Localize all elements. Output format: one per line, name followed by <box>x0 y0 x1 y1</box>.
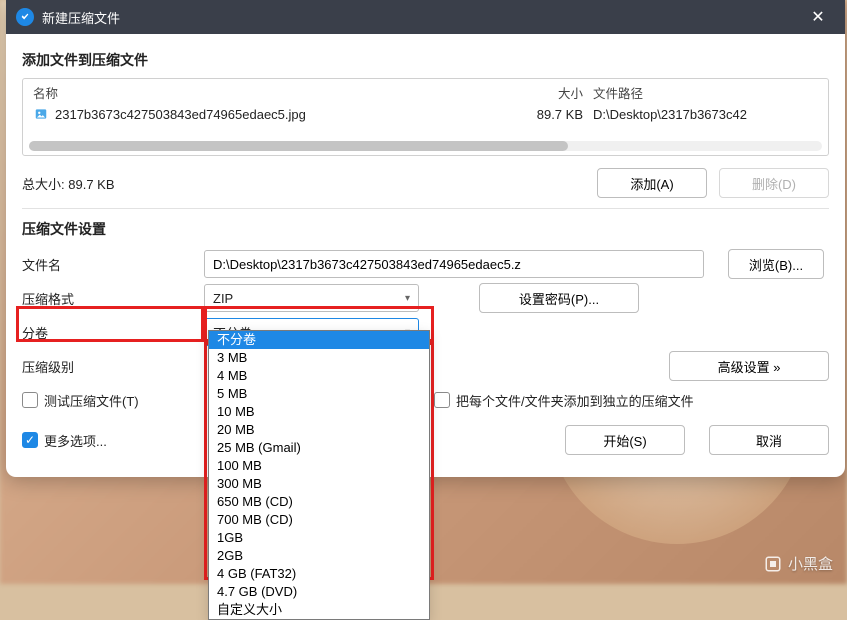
file-row[interactable]: 2317b3673c427503843ed74965edaec5.jpg 89.… <box>23 104 828 124</box>
format-combo[interactable]: ZIP ▾ <box>204 284 419 312</box>
file-size: 89.7 KB <box>523 107 583 122</box>
split-option[interactable]: 5 MB <box>209 385 429 403</box>
chevron-down-icon: ▾ <box>405 293 410 304</box>
image-file-icon <box>33 106 49 122</box>
split-option[interactable]: 4 GB (FAT32) <box>209 565 429 583</box>
file-list: 名称 大小 文件路径 2317b3673c427503843ed74965eda… <box>22 78 829 156</box>
horizontal-scrollbar[interactable] <box>29 141 822 151</box>
col-name[interactable]: 名称 <box>33 83 523 102</box>
split-option[interactable]: 2GB <box>209 547 429 565</box>
split-dropdown[interactable]: 不分卷3 MB4 MB5 MB10 MB20 MB25 MB (Gmail)10… <box>208 330 430 620</box>
file-path: D:\Desktop\2317b3673c42 <box>593 107 818 122</box>
split-option[interactable]: 650 MB (CD) <box>209 493 429 511</box>
split-option[interactable]: 1GB <box>209 529 429 547</box>
set-password-button[interactable]: 设置密码(P)... <box>479 283 639 313</box>
split-option[interactable]: 4.7 GB (DVD) <box>209 583 429 601</box>
watermark-icon <box>764 555 782 573</box>
add-files-heading: 添加文件到压缩文件 <box>22 50 829 70</box>
title-text: 新建压缩文件 <box>42 8 801 27</box>
split-option[interactable]: 4 MB <box>209 367 429 385</box>
advanced-button[interactable]: 高级设置 » <box>669 351 829 381</box>
titlebar: 新建压缩文件 ✕ <box>6 0 845 34</box>
close-icon[interactable]: ✕ <box>801 7 835 27</box>
split-option[interactable]: 3 MB <box>209 349 429 367</box>
browse-button[interactable]: 浏览(B)... <box>728 249 824 279</box>
split-option[interactable]: 不分卷 <box>209 331 429 349</box>
total-size: 总大小: 89.7 KB <box>22 174 585 193</box>
col-size[interactable]: 大小 <box>523 83 583 102</box>
app-icon <box>16 8 34 26</box>
split-option[interactable]: 自定义大小 <box>209 601 429 619</box>
remove-button: 删除(D) <box>719 168 829 198</box>
start-button[interactable]: 开始(S) <box>565 425 685 455</box>
filename-label: 文件名 <box>22 255 192 274</box>
level-label: 压缩级别 <box>22 357 192 376</box>
split-option[interactable]: 20 MB <box>209 421 429 439</box>
split-option[interactable]: 10 MB <box>209 403 429 421</box>
watermark: 小黑盒 <box>764 553 833 574</box>
col-path[interactable]: 文件路径 <box>593 83 818 102</box>
filename-input[interactable] <box>204 250 704 278</box>
split-option[interactable]: 700 MB (CD) <box>209 511 429 529</box>
split-option[interactable]: 100 MB <box>209 457 429 475</box>
cancel-button[interactable]: 取消 <box>709 425 829 455</box>
format-label: 压缩格式 <box>22 289 192 308</box>
file-name: 2317b3673c427503843ed74965edaec5.jpg <box>55 107 523 122</box>
separate-archive-checkbox[interactable]: 把每个文件/文件夹添加到独立的压缩文件 <box>434 391 694 410</box>
split-option[interactable]: 300 MB <box>209 475 429 493</box>
split-label: 分卷 <box>22 323 192 342</box>
split-option[interactable]: 25 MB (Gmail) <box>209 439 429 457</box>
add-button[interactable]: 添加(A) <box>597 168 707 198</box>
settings-heading: 压缩文件设置 <box>22 219 829 239</box>
